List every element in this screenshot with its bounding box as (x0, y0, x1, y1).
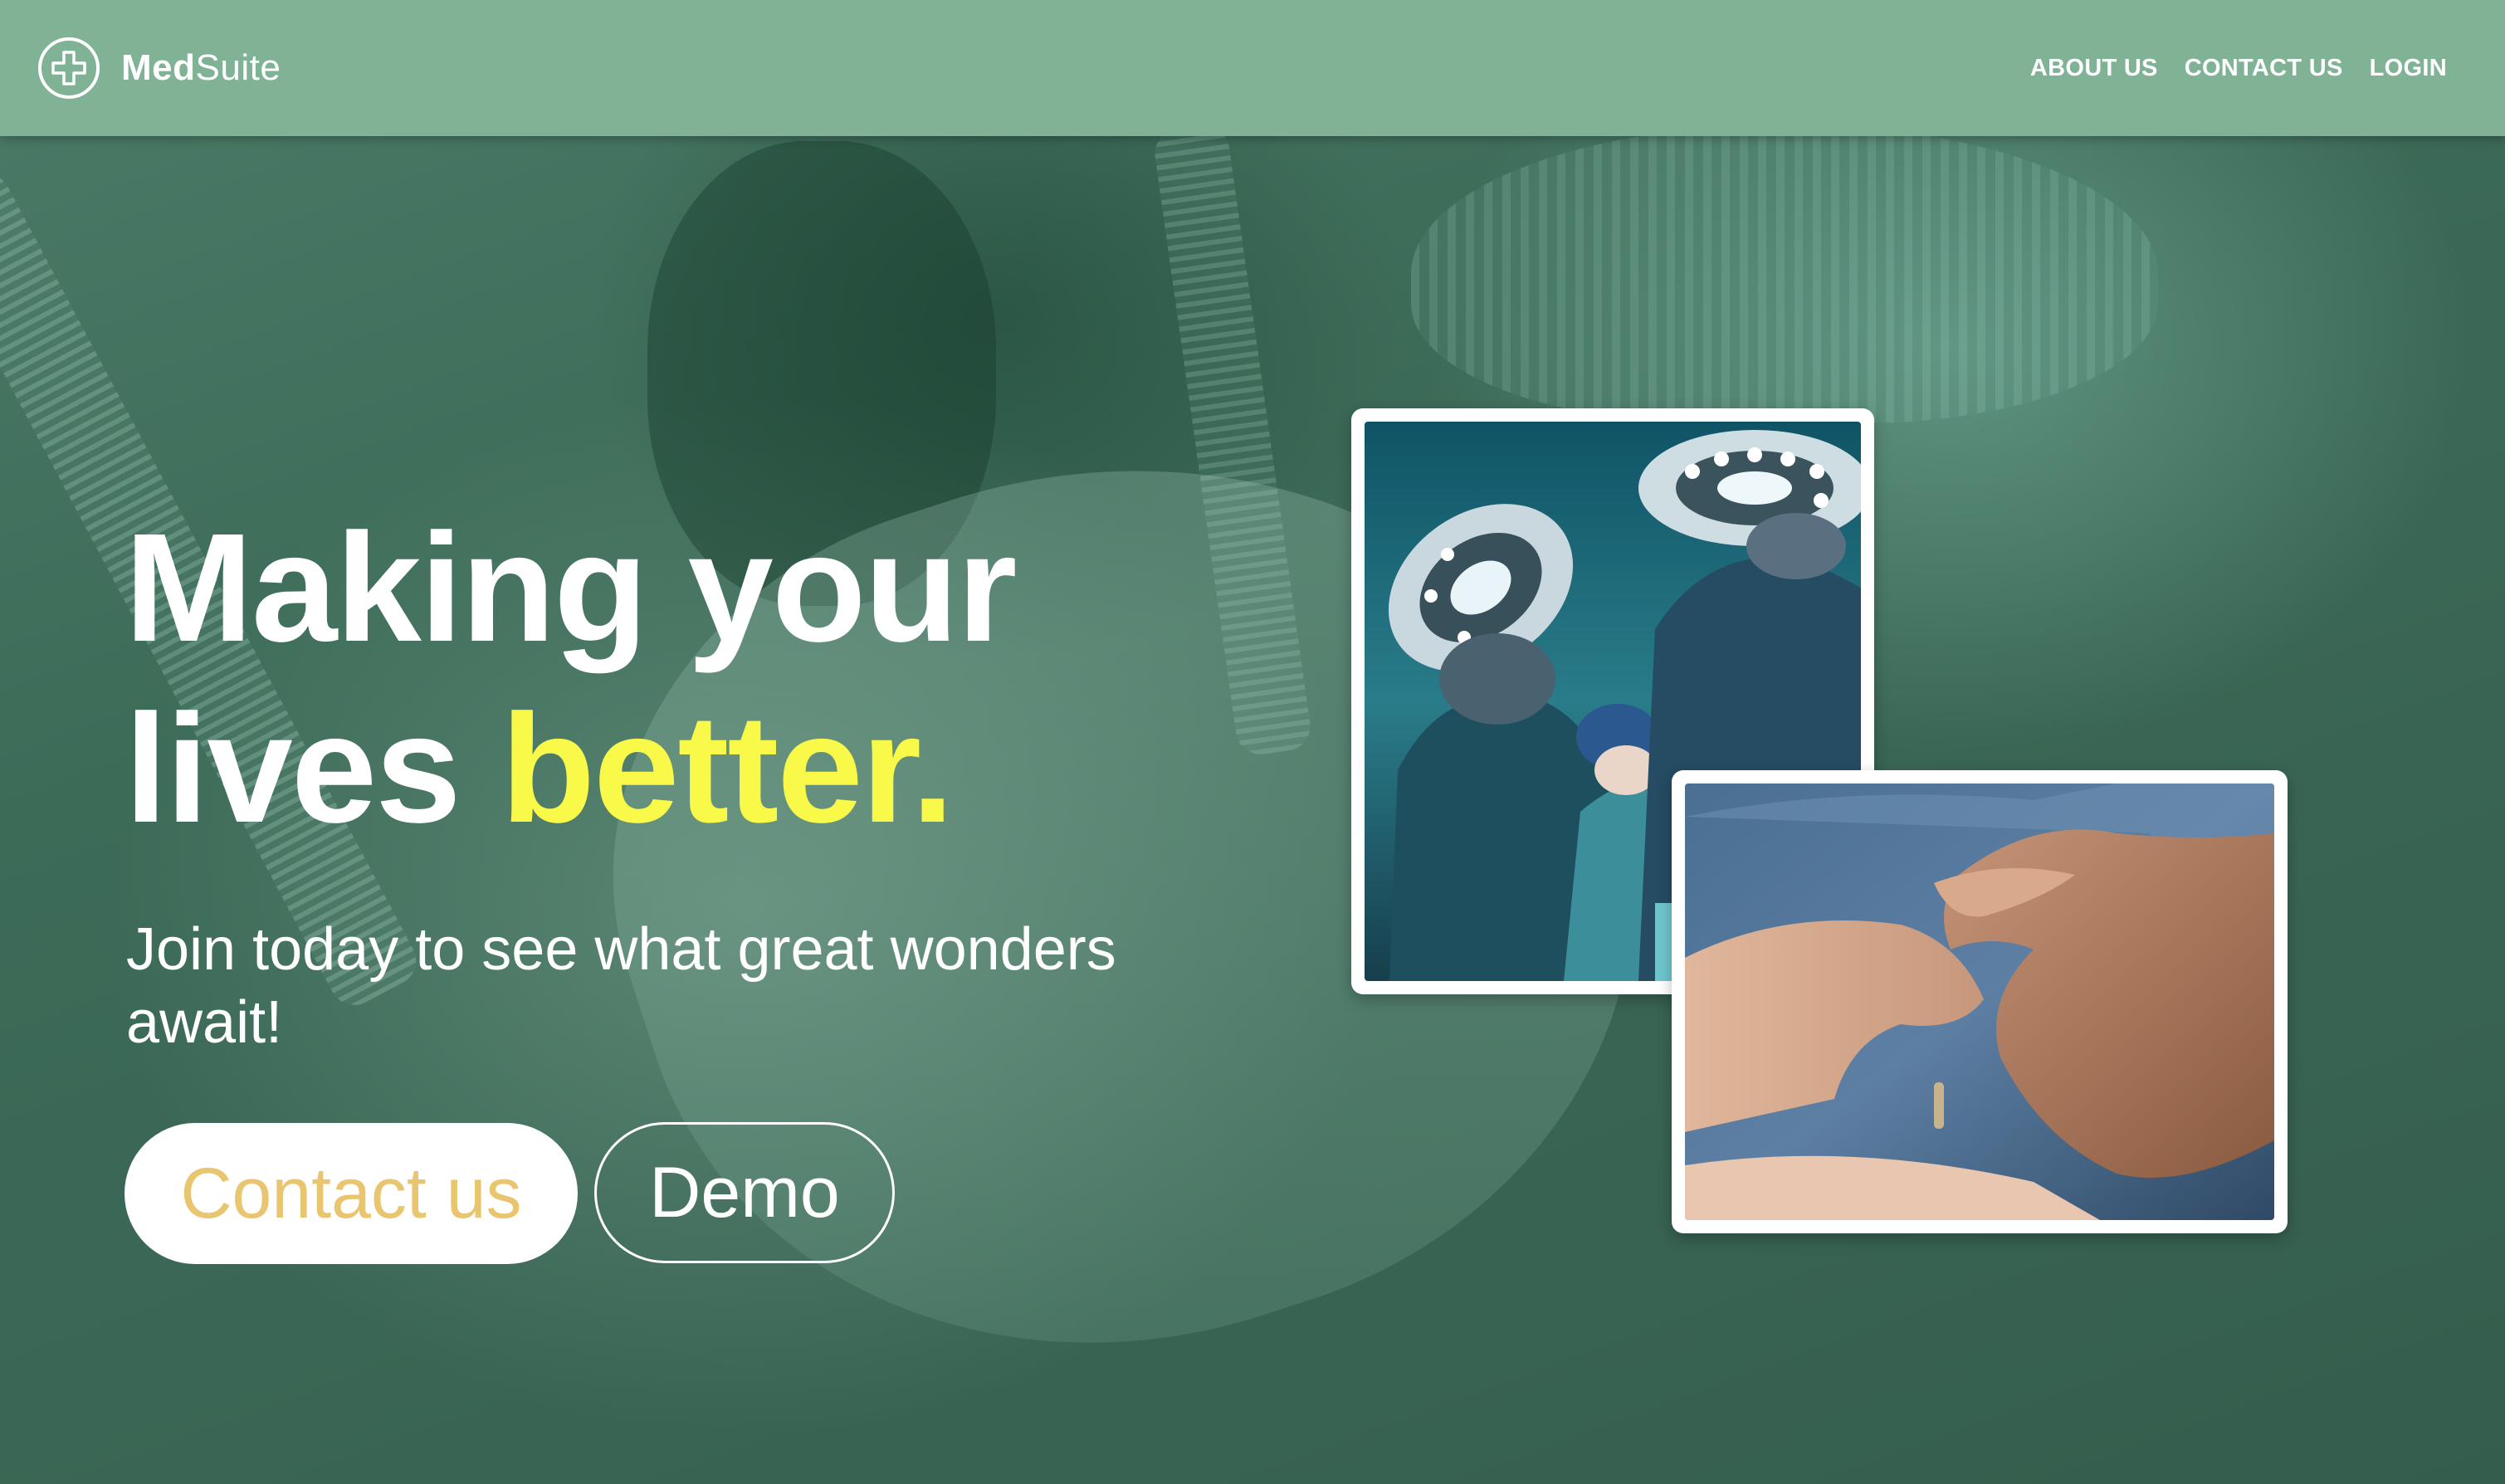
nav-contact-us[interactable]: CONTACT US (2185, 55, 2343, 82)
brand[interactable]: MedSuite (38, 37, 281, 99)
hero-title-line2: lives (125, 683, 501, 855)
medical-cross-icon (38, 37, 100, 99)
hero-title-accent: better. (501, 683, 954, 855)
main-nav: ABOUT US CONTACT US LOGIN (2030, 55, 2447, 82)
background-surgical-cap (1411, 124, 2158, 423)
contact-us-button[interactable]: Contact us (125, 1123, 578, 1264)
holding-hands-image (1685, 783, 2274, 1220)
brand-name-light: Suite (195, 47, 281, 88)
hero-title: Making your lives better. (125, 498, 1204, 860)
brand-name-bold: Med (121, 47, 196, 88)
top-navbar: MedSuite ABOUT US CONTACT US LOGIN (0, 0, 2505, 136)
holding-hands-photo (1672, 770, 2288, 1233)
demo-button[interactable]: Demo (594, 1122, 895, 1263)
nav-login[interactable]: LOGIN (2370, 55, 2447, 82)
hero-subtitle: Join today to see what great wonders awa… (126, 916, 1116, 1056)
nav-about-us[interactable]: ABOUT US (2030, 55, 2158, 82)
landing-page: MedSuite ABOUT US CONTACT US LOGIN Makin… (0, 0, 2505, 1484)
brand-name: MedSuite (121, 47, 281, 89)
hero-title-line1: Making your (125, 502, 1017, 674)
